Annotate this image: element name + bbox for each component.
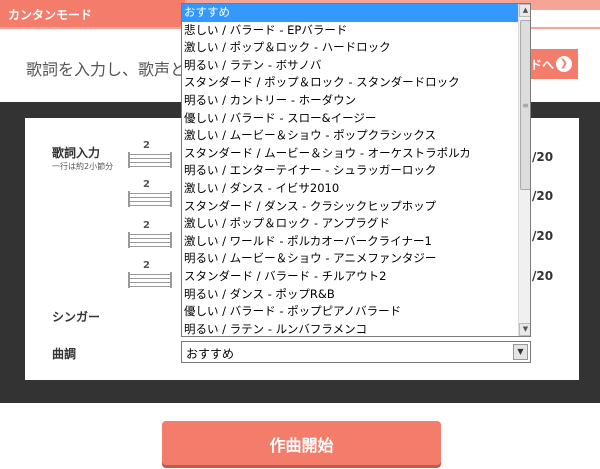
mode-tab[interactable]: カンタンモード: [0, 0, 185, 27]
staff-icon: 2: [124, 179, 176, 209]
start-compose-button[interactable]: 作曲開始: [162, 421, 441, 465]
staff-icon: 2: [124, 260, 176, 290]
char-counter: /20: [532, 269, 554, 283]
dropdown-option[interactable]: 明るい / ラテン - ルンバフラメンコ: [182, 321, 519, 336]
key-dropdown-list[interactable]: 明るい / ラテン - ルンバフラメンコ 優しい / バラード - ポップピアノバ…: [181, 3, 531, 337]
dropdown-option[interactable]: 優しい / バラード - スロー&イージー: [182, 110, 519, 128]
time-signature: 2: [143, 179, 150, 190]
lyrics-label: 歌詞入力: [52, 146, 101, 160]
chevron-right-icon: ❯: [556, 56, 572, 72]
next-step-label: ドへ: [530, 58, 555, 72]
dropdown-option[interactable]: スタンダード / ポップ＆ロック - スタンダードロック: [182, 74, 519, 92]
time-signature: 2: [143, 220, 150, 231]
dropdown-option[interactable]: スタンダード / ダンス - クラシックヒップホップ: [182, 198, 519, 216]
char-counter: /20: [532, 189, 554, 203]
key-label: 曲調: [52, 347, 77, 361]
singer-label: シンガー: [52, 310, 101, 324]
dropdown-option[interactable]: 明るい / カントリー - ホーダウン: [182, 92, 519, 110]
dropdown-option[interactable]: 明るい / ムービー＆ショウ - アニメファンタジー: [182, 250, 519, 268]
staff-icon: 2: [124, 220, 176, 250]
key-select-value: おすすめ: [186, 347, 235, 361]
chevron-down-icon[interactable]: ▼: [513, 344, 528, 360]
dropdown-option[interactable]: スタンダード / ムービー＆ショウ - オーケストラポルカ: [182, 145, 519, 163]
dropdown-option[interactable]: おすすめ: [182, 4, 519, 22]
dropdown-option[interactable]: 悲しい / バラード - EPバラード: [182, 22, 519, 40]
scroll-up-icon[interactable]: ▲: [519, 4, 530, 17]
dropdown-option[interactable]: スタンダード / バラード - チルアウト2: [182, 268, 519, 286]
instruction-text: 歌詞を入力し、歌声と: [26, 60, 187, 79]
lyrics-sublabel: 一行は約2小節分: [52, 162, 114, 171]
dropdown-option[interactable]: 激しい / ワールド - ポルカオーバークライナー1: [182, 233, 519, 251]
time-signature: 2: [143, 260, 150, 271]
dropdown-option[interactable]: 明るい / ラテン - ボサノバ: [182, 57, 519, 75]
time-signature: 2: [143, 140, 150, 151]
dropdown-scrollbar[interactable]: ▲ ≡ ▼: [518, 4, 530, 336]
dropdown-option[interactable]: 激しい / ポップ＆ロック - アンプラグド: [182, 215, 519, 233]
dropdown-option[interactable]: 激しい / ムービー＆ショウ - ポップクラシックス: [182, 127, 519, 145]
key-select[interactable]: おすすめ ▼: [181, 341, 531, 363]
dropdown-option[interactable]: 明るい / ダンス - ポップR&B: [182, 286, 519, 304]
dropdown-option[interactable]: 激しい / ダンス - イビサ2010: [182, 180, 519, 198]
composer-page: カンタンモード 歌詞を入力し、歌声と ドへ ❯ 歌詞入力 一行は約2小節分 2 …: [0, 0, 600, 469]
char-counter: /20: [532, 150, 554, 164]
dropdown-option[interactable]: 明るい / エンターテイナー - シュラッガーロック: [182, 162, 519, 180]
scroll-down-icon[interactable]: ▼: [519, 323, 530, 336]
start-compose-label: 作曲開始: [269, 436, 334, 455]
dropdown-option[interactable]: 激しい / ポップ＆ロック - ハードロック: [182, 39, 519, 57]
scroll-thumb[interactable]: ≡: [520, 20, 530, 190]
staff-icon: 2: [124, 140, 176, 170]
mode-tab-label: カンタンモード: [8, 8, 93, 22]
dropdown-option[interactable]: 優しい / バラード - ポップピアノバラード: [182, 303, 519, 321]
char-counter: /20: [532, 229, 554, 243]
